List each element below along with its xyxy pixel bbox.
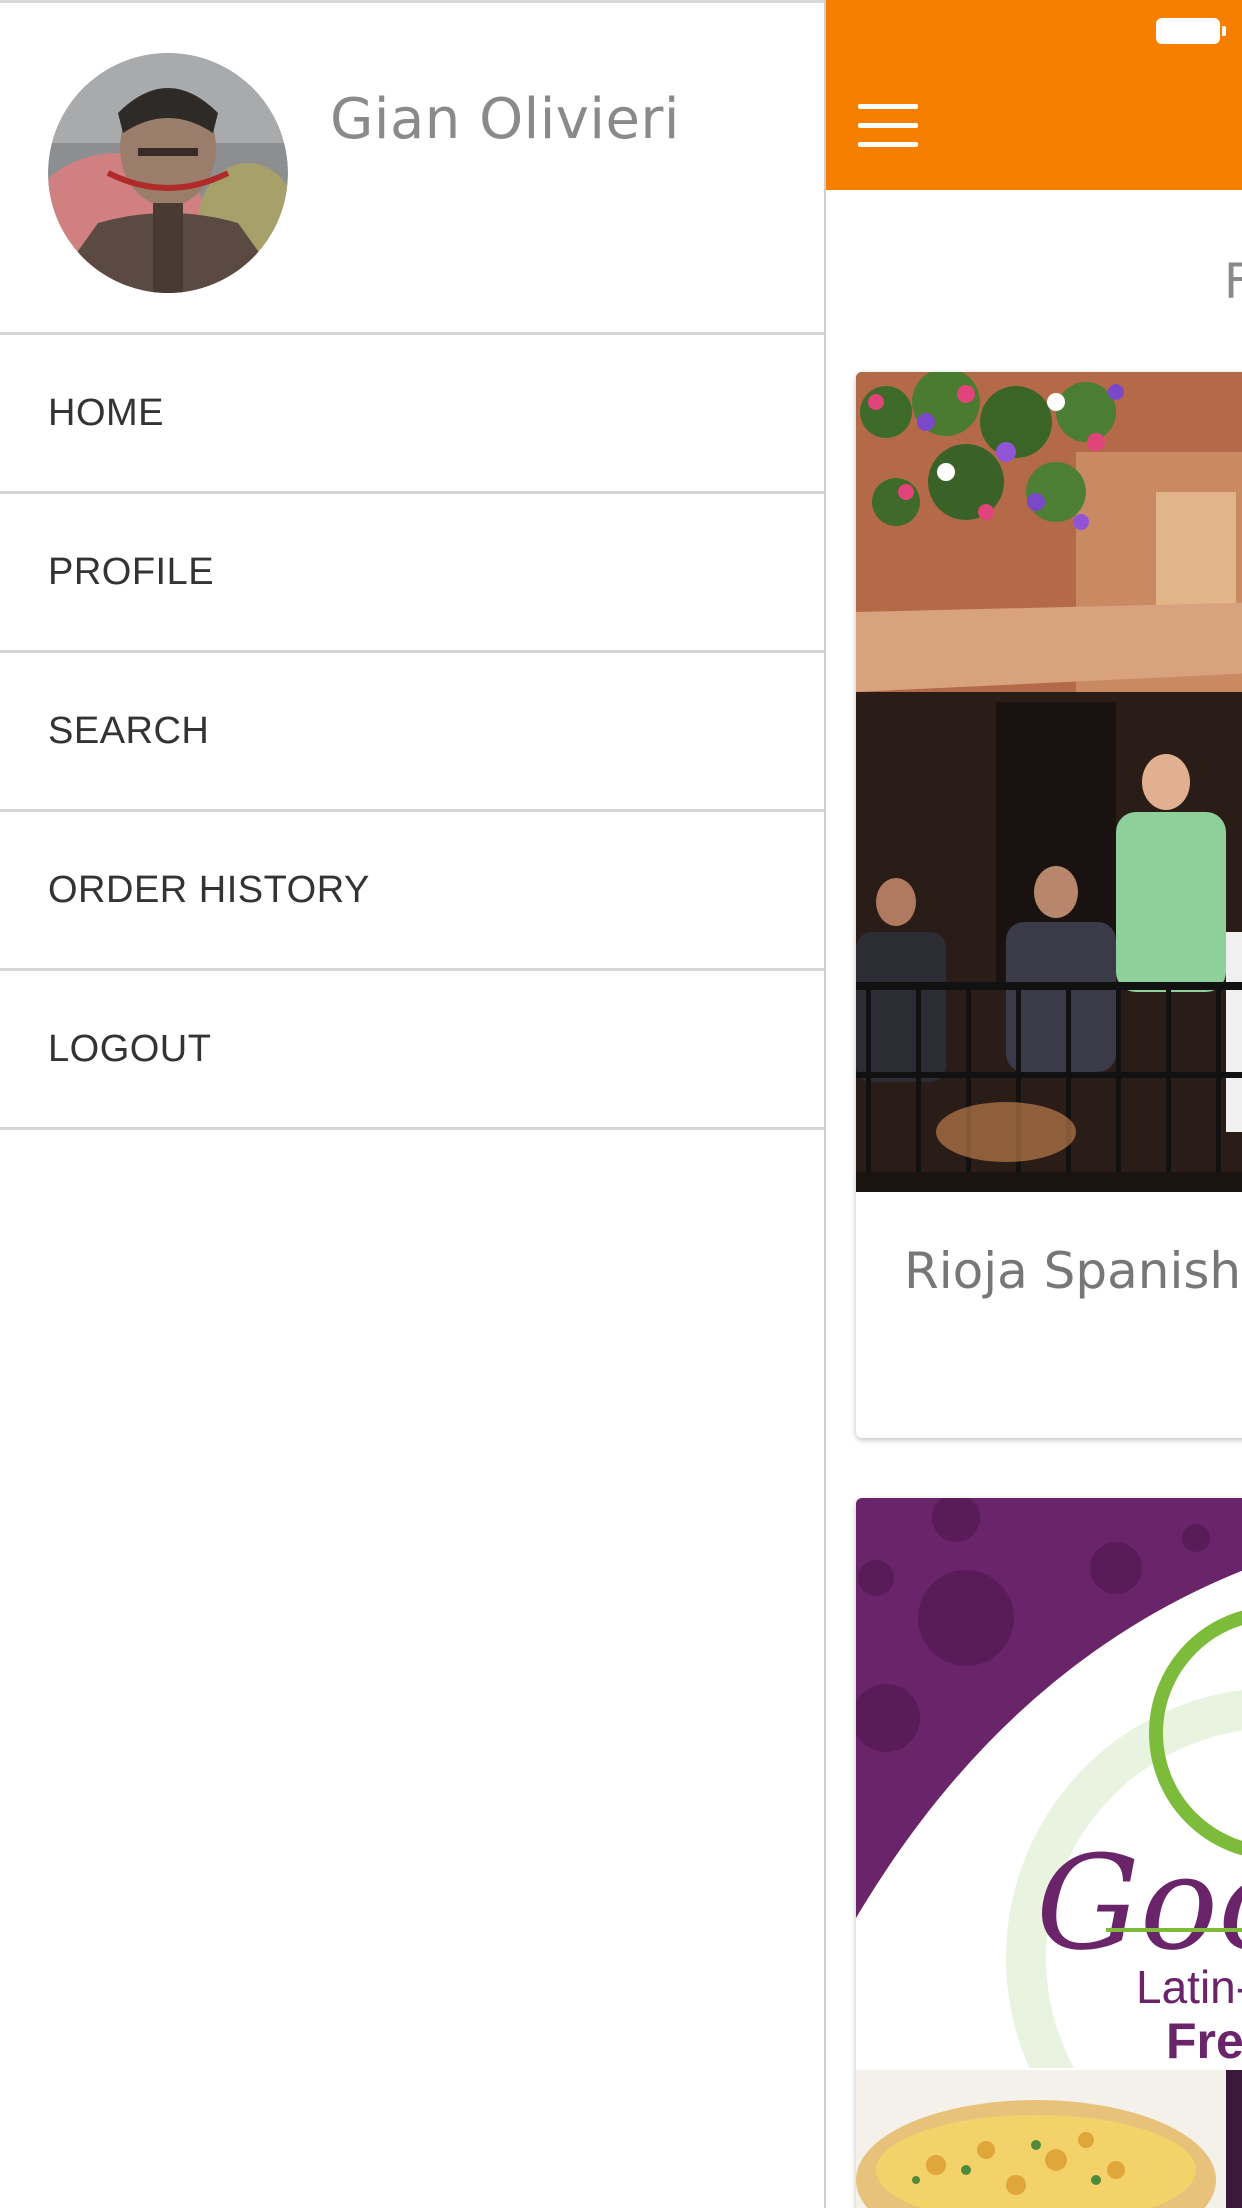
main-content: F [824, 0, 1242, 2208]
menu-item-search[interactable]: SEARCH [0, 653, 824, 812]
battery-icon [1156, 18, 1220, 44]
avatar[interactable] [48, 53, 288, 293]
menu-item-label: HOME [48, 391, 164, 434]
restaurant-name: Rioja Spanish [904, 1242, 1242, 1300]
food-photo [856, 2070, 1242, 2208]
navigation-drawer: Gian Olivieri HOME PROFILE SEARCH ORDER … [0, 0, 824, 2208]
logo-script-text: Goc [1036, 1827, 1242, 1979]
battery-tip [1222, 26, 1226, 36]
screen: F [0, 0, 1242, 2208]
menu-item-label: SEARCH [48, 709, 210, 752]
restaurant-card[interactable]: Goc Latin-M Fres [856, 1498, 1242, 2208]
menu-item-order-history[interactable]: ORDER HISTORY [0, 812, 824, 971]
svg-text:Fres: Fres [1166, 2013, 1242, 2068]
top-app-bar [826, 0, 1242, 190]
svg-text:Latin-M: Latin-M [1136, 1961, 1242, 2013]
menu-item-label: LOGOUT [48, 1027, 212, 1070]
drawer-header: Gian Olivieri [0, 3, 824, 335]
restaurant-photo [856, 372, 1242, 1192]
restaurant-logo-image: Goc Latin-M Fres [856, 1498, 1242, 2068]
menu-item-label: ORDER HISTORY [48, 868, 370, 911]
menu-item-home[interactable]: HOME [0, 335, 824, 494]
menu-item-profile[interactable]: PROFILE [0, 494, 824, 653]
menu-item-label: PROFILE [48, 550, 215, 593]
restaurant-card[interactable]: Rioja Spanish [856, 372, 1242, 1438]
section-heading: F [1224, 254, 1242, 310]
hamburger-icon[interactable] [858, 104, 918, 148]
menu-item-logout[interactable]: LOGOUT [0, 971, 824, 1130]
drawer-menu: HOME PROFILE SEARCH ORDER HISTORY LOGOUT [0, 335, 824, 1130]
user-name: Gian Olivieri [330, 87, 680, 152]
